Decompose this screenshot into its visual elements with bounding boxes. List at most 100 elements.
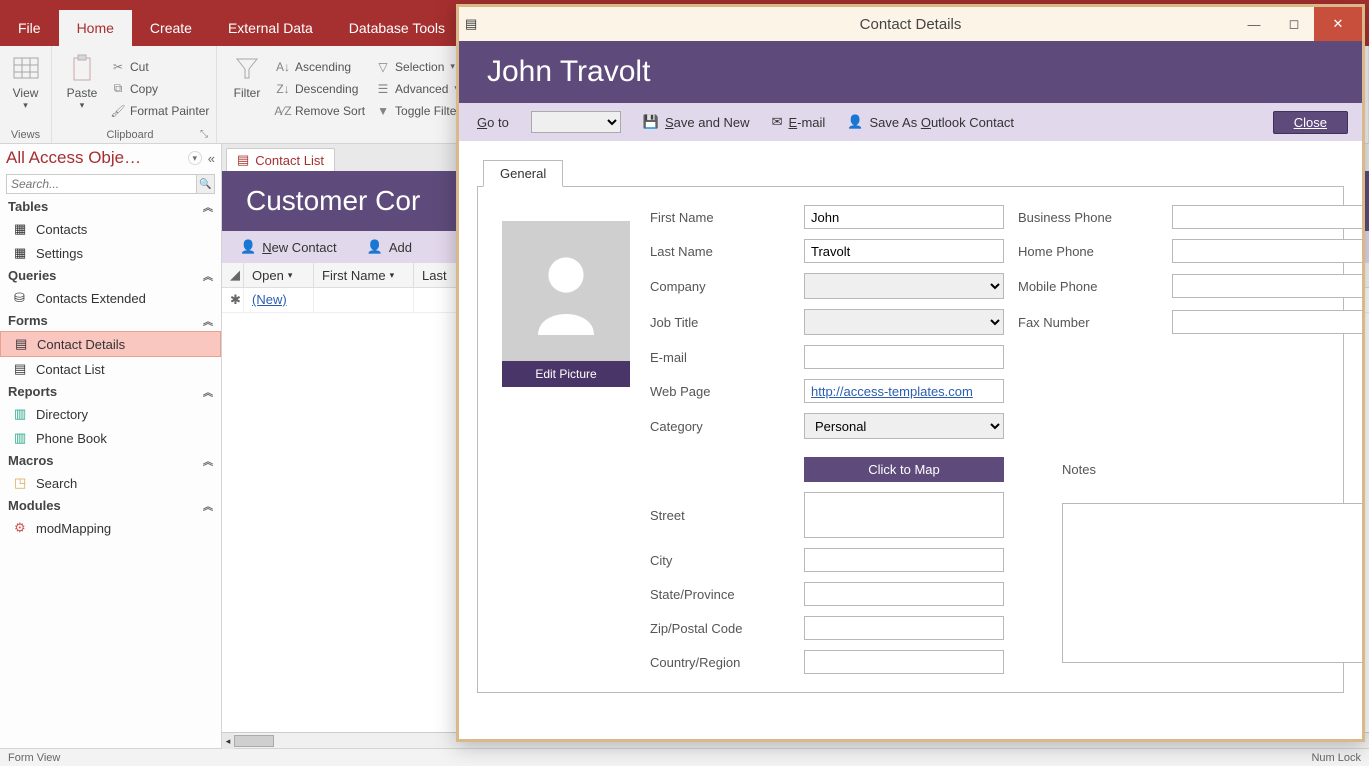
clipboard-dialog-launcher[interactable]: ⤡	[200, 129, 208, 140]
nav-pane-title[interactable]: All Access Obje…	[6, 148, 188, 168]
nav-item-search-macro[interactable]: ◳Search	[0, 471, 221, 495]
click-to-map-button[interactable]: Click to Map	[804, 457, 1004, 482]
datasheet-icon	[10, 52, 42, 84]
nav-search-button[interactable]: 🔍	[196, 175, 214, 193]
city-input[interactable]	[804, 548, 1004, 572]
nav-item-settings[interactable]: ▦Settings	[0, 241, 221, 265]
business-phone-input[interactable]	[1172, 205, 1362, 229]
fax-input[interactable]	[1172, 310, 1362, 334]
doc-tab-contact-list[interactable]: ▤Contact List	[226, 148, 335, 171]
new-contact-button[interactable]: 👤New Contact	[240, 239, 337, 255]
email-button[interactable]: ✉E-mail	[772, 114, 826, 130]
ribbon-tab-home[interactable]: Home	[59, 10, 132, 46]
nav-item-phone-book[interactable]: ▥Phone Book	[0, 426, 221, 450]
nav-item-contact-details[interactable]: ▤Contact Details	[0, 331, 221, 357]
scroll-thumb[interactable]	[234, 735, 274, 747]
label-notes: Notes	[1062, 462, 1362, 477]
window-close-button[interactable]: ✕	[1314, 7, 1362, 41]
maximize-button[interactable]: ◻	[1274, 7, 1314, 41]
descending-button[interactable]: Z↓Descending	[271, 79, 369, 99]
nav-search-input[interactable]	[7, 175, 196, 193]
label-street: Street	[650, 508, 790, 523]
save-as-outlook-button[interactable]: 👤Save As Outlook Contact	[847, 114, 1014, 130]
label-zip: Zip/Postal Code	[650, 621, 790, 636]
zip-input[interactable]	[804, 616, 1004, 640]
ribbon-tab-create[interactable]: Create	[132, 10, 210, 46]
filter-button[interactable]: Filter	[225, 50, 269, 127]
nav-collapse-button[interactable]: «	[208, 151, 215, 166]
contact-details-dialog: ▤ Contact Details — ◻ ✕ John Travolt Go …	[456, 4, 1365, 742]
row-selector-header[interactable]: ◢	[222, 263, 244, 287]
ribbon-tab-file[interactable]: File	[0, 10, 59, 46]
first-name-input[interactable]	[804, 205, 1004, 229]
goto-select[interactable]	[531, 111, 621, 133]
cut-button[interactable]: ✂Cut	[106, 57, 213, 77]
nav-group-forms[interactable]: Forms	[0, 310, 221, 331]
tab-panel-general: Edit Picture First Name Business Phone L…	[477, 187, 1344, 693]
new-row-selector[interactable]: ✱	[222, 288, 244, 312]
nav-group-tables[interactable]: Tables	[0, 196, 221, 217]
nav-item-contacts-extended[interactable]: ⛁Contacts Extended	[0, 286, 221, 310]
notes-textarea[interactable]	[1062, 503, 1362, 663]
save-and-new-button[interactable]: 💾Save and New	[643, 114, 750, 130]
category-select[interactable]: Personal	[804, 413, 1004, 439]
last-name-input[interactable]	[804, 239, 1004, 263]
email-input[interactable]	[804, 345, 1004, 369]
nav-group-macros[interactable]: Macros	[0, 450, 221, 471]
ascending-button[interactable]: A↓Ascending	[271, 57, 369, 77]
close-button[interactable]: Close	[1273, 111, 1348, 134]
nav-item-directory[interactable]: ▥Directory	[0, 402, 221, 426]
selection-button[interactable]: ▽Selection	[371, 57, 463, 77]
webpage-link[interactable]: http://access-templates.com	[811, 384, 973, 399]
edit-picture-button[interactable]: Edit Picture	[502, 361, 630, 387]
col-first-name[interactable]: First Name▾	[314, 263, 414, 287]
goto-label: Go to	[477, 115, 509, 130]
nav-item-contacts[interactable]: ▦Contacts	[0, 217, 221, 241]
home-phone-input[interactable]	[1172, 239, 1362, 263]
scissors-icon: ✂	[110, 59, 126, 75]
street-input[interactable]	[804, 492, 1004, 538]
nav-item-modmapping[interactable]: ⚙modMapping	[0, 516, 221, 540]
ribbon-tab-database-tools[interactable]: Database Tools	[331, 10, 463, 46]
country-input[interactable]	[804, 650, 1004, 674]
job-title-select[interactable]	[804, 309, 1004, 335]
tab-general[interactable]: General	[483, 160, 563, 187]
table-icon: ▦	[14, 221, 30, 237]
mobile-phone-input[interactable]	[1172, 274, 1362, 298]
remove-sort-button[interactable]: A⁄ZRemove Sort	[271, 101, 369, 121]
form-icon: ▤	[237, 152, 249, 168]
new-row-link[interactable]: (New)	[252, 292, 287, 307]
label-business-phone: Business Phone	[1018, 210, 1158, 225]
report-icon: ▥	[14, 406, 30, 422]
format-painter-button[interactable]: 🖌Format Painter	[106, 101, 213, 121]
clipboard-icon	[66, 52, 98, 84]
brush-icon: 🖌	[110, 103, 126, 119]
contact-avatar[interactable]	[502, 221, 630, 361]
scroll-left-arrow[interactable]: ◂	[222, 733, 234, 749]
form-icon: ▤	[14, 361, 30, 377]
dialog-titlebar[interactable]: ▤ Contact Details — ◻ ✕	[459, 7, 1362, 41]
company-select[interactable]	[804, 273, 1004, 299]
nav-dropdown-icon[interactable]: ▾	[188, 151, 202, 165]
minimize-button[interactable]: —	[1234, 7, 1274, 41]
col-open[interactable]: Open▾	[244, 263, 314, 287]
add-from-outlook-button[interactable]: 👤Add	[367, 239, 412, 255]
nav-group-modules[interactable]: Modules	[0, 495, 221, 516]
paste-button[interactable]: Paste ▾	[60, 50, 104, 127]
label-first-name: First Name	[650, 210, 790, 225]
nav-item-contact-list[interactable]: ▤Contact List	[0, 357, 221, 381]
copy-button[interactable]: ⧉Copy	[106, 79, 213, 99]
report-icon: ▥	[14, 430, 30, 446]
toggle-filter-button[interactable]: ▼Toggle Filte	[371, 101, 463, 121]
state-input[interactable]	[804, 582, 1004, 606]
nav-group-queries[interactable]: Queries	[0, 265, 221, 286]
ribbon-tab-external-data[interactable]: External Data	[210, 10, 331, 46]
nav-group-reports[interactable]: Reports	[0, 381, 221, 402]
save-icon: 💾	[643, 114, 659, 130]
view-button[interactable]: View ▾	[8, 50, 43, 113]
label-home-phone: Home Phone	[1018, 244, 1158, 259]
advanced-button[interactable]: ☰Advanced	[371, 79, 463, 99]
table-icon: ▦	[14, 245, 30, 261]
copy-icon: ⧉	[110, 81, 126, 97]
tab-strip: General	[477, 159, 1344, 187]
